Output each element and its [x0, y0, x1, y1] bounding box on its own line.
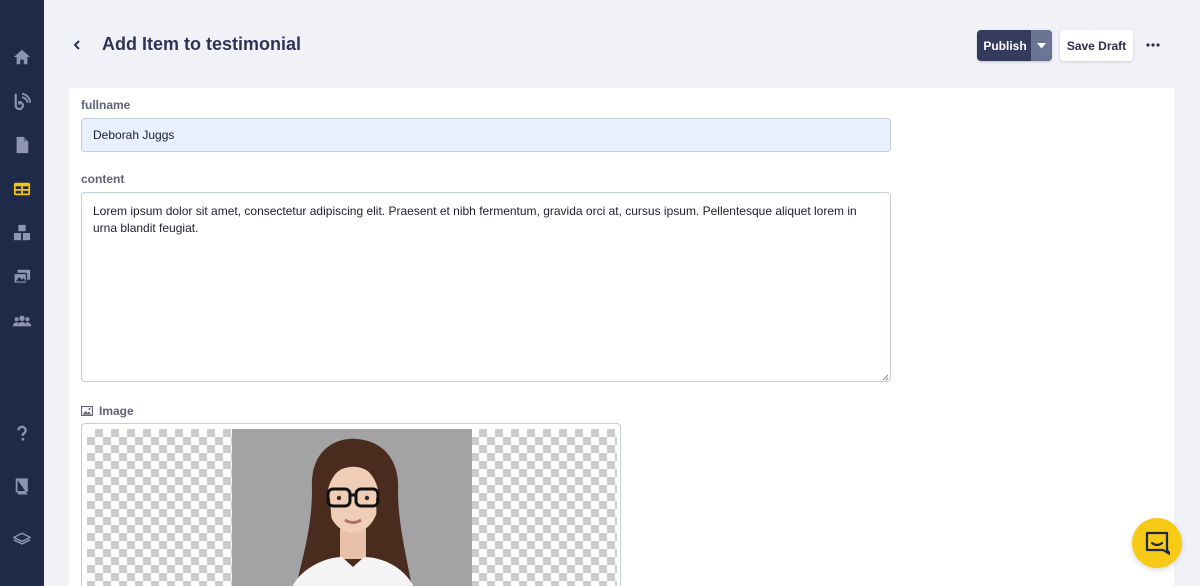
- help-icon[interactable]: [11, 422, 33, 444]
- page-title: Add Item to testimonial: [102, 34, 302, 54]
- more-options-icon[interactable]: [1144, 36, 1162, 54]
- image-label: Image: [99, 404, 134, 418]
- publish-dropdown-toggle[interactable]: [1031, 30, 1052, 61]
- fullname-label: fullname: [81, 98, 131, 112]
- testimonial-photo: [232, 429, 472, 586]
- transparency-background: [87, 429, 617, 586]
- save-draft-button[interactable]: Save Draft: [1060, 30, 1133, 61]
- fullname-field[interactable]: [81, 118, 891, 152]
- form-panel: fullname content Lorem ipsum dolor sit a…: [69, 88, 1174, 586]
- blog-icon[interactable]: [11, 90, 33, 112]
- image-field-header: Image: [81, 404, 134, 418]
- page-icon[interactable]: [11, 134, 33, 156]
- resize-handle-icon[interactable]: [882, 374, 889, 381]
- layers-icon[interactable]: [11, 528, 33, 550]
- caret-down-icon: [1037, 42, 1046, 48]
- back-button[interactable]: [68, 34, 86, 56]
- chevron-left-icon: [73, 40, 80, 50]
- image-icon: [81, 406, 93, 416]
- publish-button[interactable]: Publish: [977, 30, 1052, 61]
- chat-icon: [1145, 531, 1170, 556]
- docs-icon[interactable]: [11, 475, 33, 497]
- content-textarea[interactable]: Lorem ipsum dolor sit amet, consectetur …: [81, 192, 891, 382]
- home-icon[interactable]: [11, 46, 33, 68]
- users-icon[interactable]: [11, 310, 33, 332]
- chat-support-button[interactable]: [1132, 518, 1182, 568]
- publish-label: Publish: [983, 38, 1027, 53]
- content-label: content: [81, 172, 125, 186]
- media-icon[interactable]: [11, 266, 33, 288]
- components-icon[interactable]: [11, 222, 33, 244]
- image-upload-box[interactable]: [81, 423, 621, 586]
- collection-icon[interactable]: [11, 178, 33, 200]
- sidebar: [0, 0, 44, 586]
- header: Add Item to testimonial Publish Save Dra…: [44, 0, 1200, 88]
